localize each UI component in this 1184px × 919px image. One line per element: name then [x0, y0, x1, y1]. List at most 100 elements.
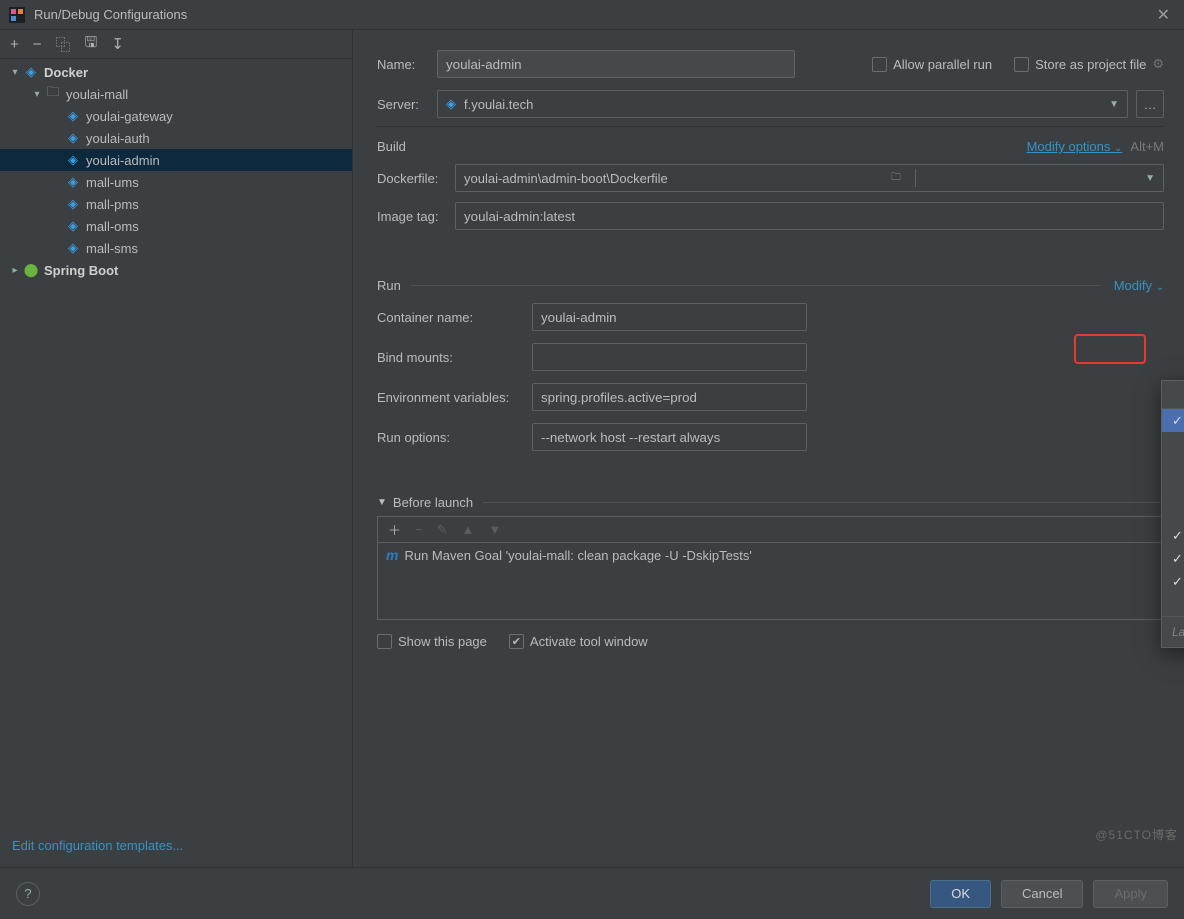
activate-tool-window-checkbox[interactable]: ✔	[509, 634, 524, 649]
tree-node-item[interactable]: ◈ mall-sms	[0, 237, 352, 259]
tree-node-item[interactable]: ◈ mall-pms	[0, 193, 352, 215]
docker-icon: ◈	[64, 152, 82, 168]
chevron-down-icon: ▼	[377, 497, 387, 508]
dockerfile-input[interactable]: youlai-admin\admin-boot\Dockerfile 🗀 ▼	[455, 164, 1164, 192]
server-more-button[interactable]: …	[1136, 90, 1164, 118]
tree-label: mall-pms	[86, 197, 139, 212]
image-tag-label: Image tag:	[377, 209, 455, 224]
sidebar-toolbar: + − ⿻ 🖫 ↧	[0, 30, 352, 58]
tree-label: mall-oms	[86, 219, 139, 234]
main-panel: Name: Allow parallel run Store as projec…	[353, 30, 1184, 867]
sort-icon[interactable]: ↧	[111, 35, 124, 53]
modify-options-link[interactable]: Modify options ⌄	[1027, 139, 1123, 154]
before-launch-item-label: Run Maven Goal 'youlai-mall: clean packa…	[404, 548, 751, 563]
save-icon[interactable]: 🖫	[85, 32, 98, 57]
dockerfile-label: Dockerfile:	[377, 171, 455, 186]
image-tag-input[interactable]	[455, 202, 1164, 230]
env-label: Environment variables:	[377, 390, 532, 405]
popup-item-run-built-image[interactable]: ✓ Run built image	[1162, 409, 1184, 432]
docker-icon: ◈	[64, 240, 82, 256]
spring-icon: ⬤	[22, 262, 40, 278]
maven-icon: m	[386, 547, 398, 563]
popup-item-random-publish[interactable]: Randomly publish all exposed ports -P	[1162, 432, 1184, 455]
bind-mounts-input[interactable]	[532, 343, 807, 371]
tree-node-docker[interactable]: ▾ ◈ Docker	[0, 61, 352, 83]
copy-icon[interactable]: ⿻	[56, 34, 71, 55]
allow-parallel-checkbox[interactable]	[872, 57, 887, 72]
docker-icon: ◈	[64, 174, 82, 190]
popup-item-env-vars[interactable]: ✓ Environment variables -e	[1162, 547, 1184, 570]
browse-icon[interactable]: 🗀	[891, 170, 901, 187]
edit-icon[interactable]: ✎	[437, 522, 448, 538]
down-icon[interactable]: ▼	[488, 522, 501, 537]
allow-parallel-label: Allow parallel run	[893, 57, 992, 72]
apply-button[interactable]: Apply	[1093, 880, 1168, 908]
before-launch-title: Before launch	[393, 495, 473, 510]
add-run-options-popup: Add Run Options ✓ Run built image Random…	[1161, 380, 1184, 648]
run-modify-link[interactable]: Modify ⌄	[1114, 278, 1164, 293]
tree-node-item[interactable]: ◈ youlai-gateway	[0, 105, 352, 127]
popup-item-run-options[interactable]: ✓ Run options	[1162, 570, 1184, 593]
title-bar: Run/Debug Configurations ✕	[0, 0, 1184, 30]
add-icon[interactable]: ＋	[388, 520, 401, 539]
popup-item-bind-mounts[interactable]: ✓ Bind mounts -v	[1162, 524, 1184, 547]
popup-item-command[interactable]: Command	[1162, 501, 1184, 524]
before-launch-header[interactable]: ▼ Before launch	[377, 495, 1164, 510]
close-icon[interactable]: ✕	[1151, 5, 1176, 25]
tree-label: youlai-gateway	[86, 109, 173, 124]
docker-icon: ◈	[64, 108, 82, 124]
show-this-page-checkbox[interactable]	[377, 634, 392, 649]
edit-templates-link[interactable]: Edit configuration templates...	[0, 827, 352, 867]
build-section-title: Build	[377, 139, 406, 154]
dialog-footer: ? OK Cancel Apply	[0, 867, 1184, 919]
tree-node-spring[interactable]: ▸ ⬤ Spring Boot	[0, 259, 352, 281]
store-project-checkbox[interactable]	[1014, 57, 1029, 72]
tree-label: youlai-auth	[86, 131, 150, 146]
remove-icon[interactable]: −	[415, 522, 423, 537]
up-icon[interactable]: ▲	[462, 522, 475, 537]
tree-node-item-selected[interactable]: ◈ youlai-admin	[0, 149, 352, 171]
server-select[interactable]: ◈ f.youlai.tech ▼	[437, 90, 1128, 118]
gear-icon[interactable]: ⚙	[1152, 56, 1164, 72]
popup-title: Add Run Options	[1162, 381, 1184, 409]
popup-item-entrypoint[interactable]: Entrypoint	[1162, 478, 1184, 501]
tree-node-item[interactable]: ◈ youlai-auth	[0, 127, 352, 149]
remove-icon[interactable]: −	[33, 36, 42, 53]
tree-node-item[interactable]: ◈ mall-oms	[0, 215, 352, 237]
add-icon[interactable]: +	[10, 36, 19, 53]
before-launch-list[interactable]: m Run Maven Goal 'youlai-mall: clean pac…	[377, 542, 1164, 620]
help-icon[interactable]: ?	[16, 882, 40, 906]
chevron-right-icon: ▸	[8, 265, 22, 276]
run-options-input[interactable]	[532, 423, 807, 451]
container-name-input[interactable]	[532, 303, 807, 331]
window-title: Run/Debug Configurations	[34, 7, 1151, 22]
tree-node-project[interactable]: ▾ 🗀 youlai-mall	[0, 83, 352, 105]
chevron-down-icon[interactable]: ▼	[1145, 173, 1155, 184]
tree-label: youlai-mall	[66, 87, 128, 102]
tree-label: mall-ums	[86, 175, 139, 190]
env-input[interactable]	[532, 383, 807, 411]
docker-icon: ◈	[22, 64, 40, 80]
activate-tool-window-label: Activate tool window	[530, 634, 648, 649]
chevron-down-icon: ▾	[30, 89, 44, 100]
tree-label: Docker	[44, 65, 88, 80]
sidebar: + − ⿻ 🖫 ↧ ▾ ◈ Docker ▾ 🗀 youlai-mall ◈ y…	[0, 30, 353, 867]
store-project-label: Store as project file	[1035, 57, 1146, 72]
run-section-title: Run	[377, 278, 401, 293]
tree-node-item[interactable]: ◈ mall-ums	[0, 171, 352, 193]
folder-icon: 🗀	[44, 83, 62, 105]
chevron-down-icon: ▾	[8, 67, 22, 78]
popup-footer: Launch container for the built image	[1162, 616, 1184, 647]
ok-button[interactable]: OK	[930, 880, 991, 908]
run-options-label: Run options:	[377, 430, 532, 445]
check-icon: ✓	[1172, 574, 1184, 590]
name-input[interactable]	[437, 50, 795, 78]
popup-item-attach[interactable]: Attach to container	[1162, 593, 1184, 616]
before-launch-item[interactable]: m Run Maven Goal 'youlai-mall: clean pac…	[386, 547, 1155, 563]
popup-item-bind-ports[interactable]: Bind ports -p	[1162, 455, 1184, 478]
chevron-down-icon: ▼	[1109, 99, 1119, 110]
tree-label: Spring Boot	[44, 263, 118, 278]
config-tree: ▾ ◈ Docker ▾ 🗀 youlai-mall ◈ youlai-gate…	[0, 59, 352, 827]
cancel-button[interactable]: Cancel	[1001, 880, 1083, 908]
docker-icon: ◈	[446, 96, 456, 112]
